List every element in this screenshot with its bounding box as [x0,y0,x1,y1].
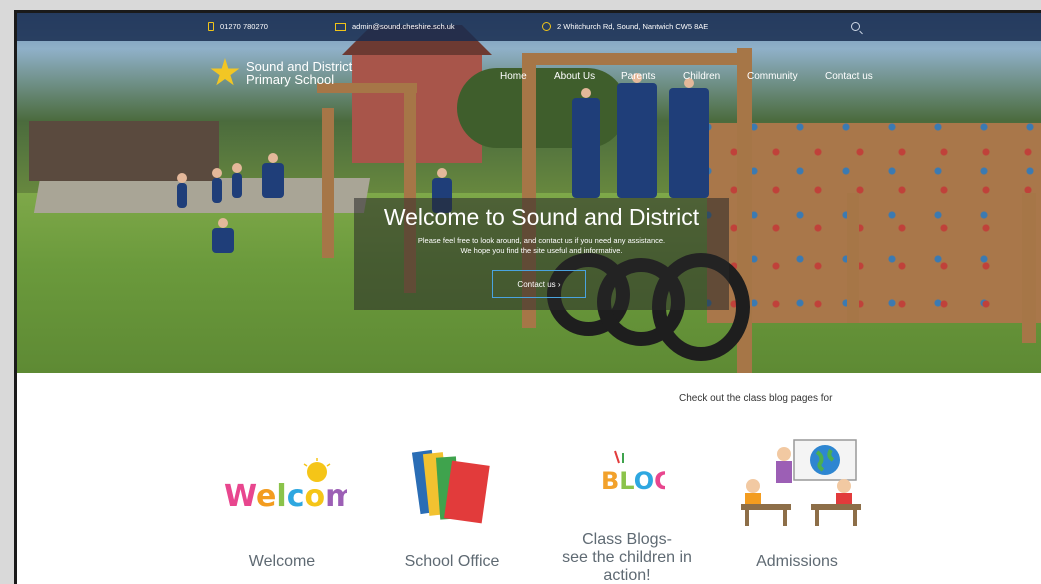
classroom-image[interactable] [739,438,864,528]
mail-icon [335,22,346,31]
child-figure [262,153,284,198]
nav-parents[interactable]: Parents [621,71,655,82]
frame-post [1022,193,1036,343]
blog-image[interactable]: BLOG [595,449,665,499]
svg-text:BLOG: BLOG [601,467,665,495]
star-logo-icon [210,58,240,86]
child-figure [212,168,222,203]
frame-post [322,108,334,258]
hero-title: Welcome to Sound and District [383,204,700,230]
location-icon [542,22,551,31]
contact-info-bar: 01270 780270 admin@sound.cheshire.sch.uk… [17,13,1041,41]
tile-blogs-label[interactable]: Class Blogs- see the children in action! [552,531,702,584]
nav-about[interactable]: About Us [554,71,595,82]
hero-text-line-1: Please feel free to look around, and con… [417,236,666,245]
child-figure [572,88,600,198]
frame-post [847,193,859,323]
tile-welcome-label[interactable]: Welcome [232,553,332,571]
logo-line-2: Primary School [246,72,335,87]
child-figure [232,163,242,198]
nav-community[interactable]: Community [747,71,798,82]
school-logo[interactable]: Sound and District Primary School [210,58,352,88]
hero-banner: 01270 780270 admin@sound.cheshire.sch.uk… [17,13,1041,373]
books-image[interactable] [412,441,492,531]
email-address: admin@sound.cheshire.sch.uk [352,22,455,31]
svg-text:Welcome: Welcome [224,479,347,513]
welcome-overlay: Welcome to Sound and District Please fee… [354,198,729,310]
nav-home[interactable]: Home [500,71,527,82]
child-figure [177,173,187,208]
frame-beam [522,53,752,65]
address-item[interactable]: 2 Whitchurch Rd, Sound, Nantwich CW5 8AE [542,22,708,31]
nav-contact[interactable]: Contact us [825,71,873,82]
child-figure [212,218,234,253]
blogs-line-3: action! [603,567,651,584]
hero-path [33,178,371,213]
tile-office-label[interactable]: School Office [392,553,512,571]
welcome-image[interactable]: Welcome [222,458,347,513]
hero-hut [29,121,219,181]
hero-text-line-2: We hope you find the site useful and inf… [460,246,623,255]
nav-children[interactable]: Children [683,71,720,82]
hero-trees [457,68,627,148]
street-address: 2 Whitchurch Rd, Sound, Nantwich CW5 8AE [557,22,709,31]
web-page: 01270 780270 admin@sound.cheshire.sch.uk… [17,13,1041,584]
contact-us-button[interactable]: Contact us › [492,270,586,298]
blogs-line-2: see the children in [562,549,692,566]
phone-number: 01270 780270 [220,22,268,31]
tile-admissions-label[interactable]: Admissions [742,553,852,571]
climbing-wall [707,123,1041,323]
blogs-line-1: Class Blogs- [582,531,672,548]
search-icon[interactable] [851,22,860,31]
child-figure [669,78,709,198]
email-item[interactable]: admin@sound.cheshire.sch.uk [335,22,455,31]
blog-note: Check out the class blog pages for [679,393,833,404]
child-figure [617,73,657,198]
phone-item[interactable]: 01270 780270 [208,22,268,31]
browser-frame: 01270 780270 admin@sound.cheshire.sch.uk… [14,10,1041,584]
phone-icon [208,22,214,31]
